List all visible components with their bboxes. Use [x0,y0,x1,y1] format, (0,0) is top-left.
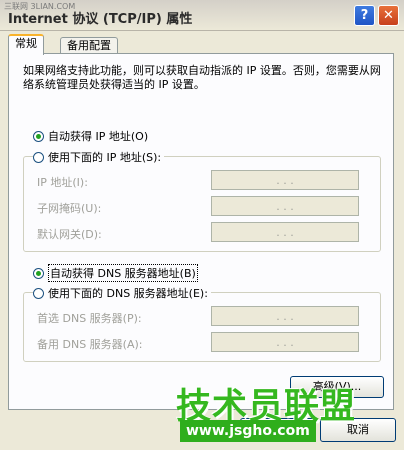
watermark-url: www.jsgho.com [180,420,316,442]
help-button[interactable]: ? [354,5,375,26]
ip-manual-option[interactable]: 使用下面的 IP 地址(S): [33,149,165,165]
ip-manual-label: 使用下面的 IP 地址(S): [48,151,162,164]
ip-address-label: IP 地址(I): [37,176,88,189]
tab-alternate-config[interactable]: 备用配置 [60,37,118,54]
alternate-dns-input[interactable]: . . . [211,332,359,352]
default-gateway-label: 默认网关(D): [37,228,102,241]
preferred-dns-label: 首选 DNS 服务器(P): [37,312,142,325]
subnet-mask-input[interactable]: . . . [211,196,359,216]
window-title: Internet 协议 (TCP/IP) 属性 [8,12,193,27]
subnet-mask-label: 子网掩码(U): [37,202,102,215]
dns-auto-radio[interactable] [33,267,44,279]
close-button[interactable]: ✕ [378,5,399,26]
ip-auto-label: 自动获得 IP 地址(O) [48,130,149,143]
dns-auto-label: 自动获得 DNS 服务器地址(B) [48,264,198,282]
radio-selected-dot [36,270,41,276]
intro-text: 如果网络支持此功能，则可以获取自动指派的 IP 设置。否则，您需要从网络系统管理… [23,64,381,91]
general-panel: 如果网络支持此功能，则可以获取自动指派的 IP 设置。否则，您需要从网络系统管理… [8,53,394,410]
dns-auto-option[interactable]: 自动获得 DNS 服务器地址(B) [33,264,198,282]
preferred-dns-input[interactable]: . . . [211,306,359,326]
alternate-dns-label: 备用 DNS 服务器(A): [37,338,143,351]
default-gateway-input[interactable]: . . . [211,222,359,242]
ip-auto-radio[interactable] [33,130,44,142]
dns-manual-option[interactable]: 使用下面的 DNS 服务器地址(E): [33,285,211,301]
dns-manual-radio[interactable] [33,287,44,299]
radio-selected-dot [36,133,41,139]
ip-address-input[interactable]: . . . [211,170,359,190]
ip-auto-option[interactable]: 自动获得 IP 地址(O) [33,128,148,144]
title-bar: 三联网 3LIAN.COM Internet 协议 (TCP/IP) 属性 ? … [0,0,404,31]
dns-manual-label: 使用下面的 DNS 服务器地址(E): [48,287,208,300]
ip-manual-radio[interactable] [33,151,44,163]
tab-general[interactable]: 常规 [8,34,44,55]
